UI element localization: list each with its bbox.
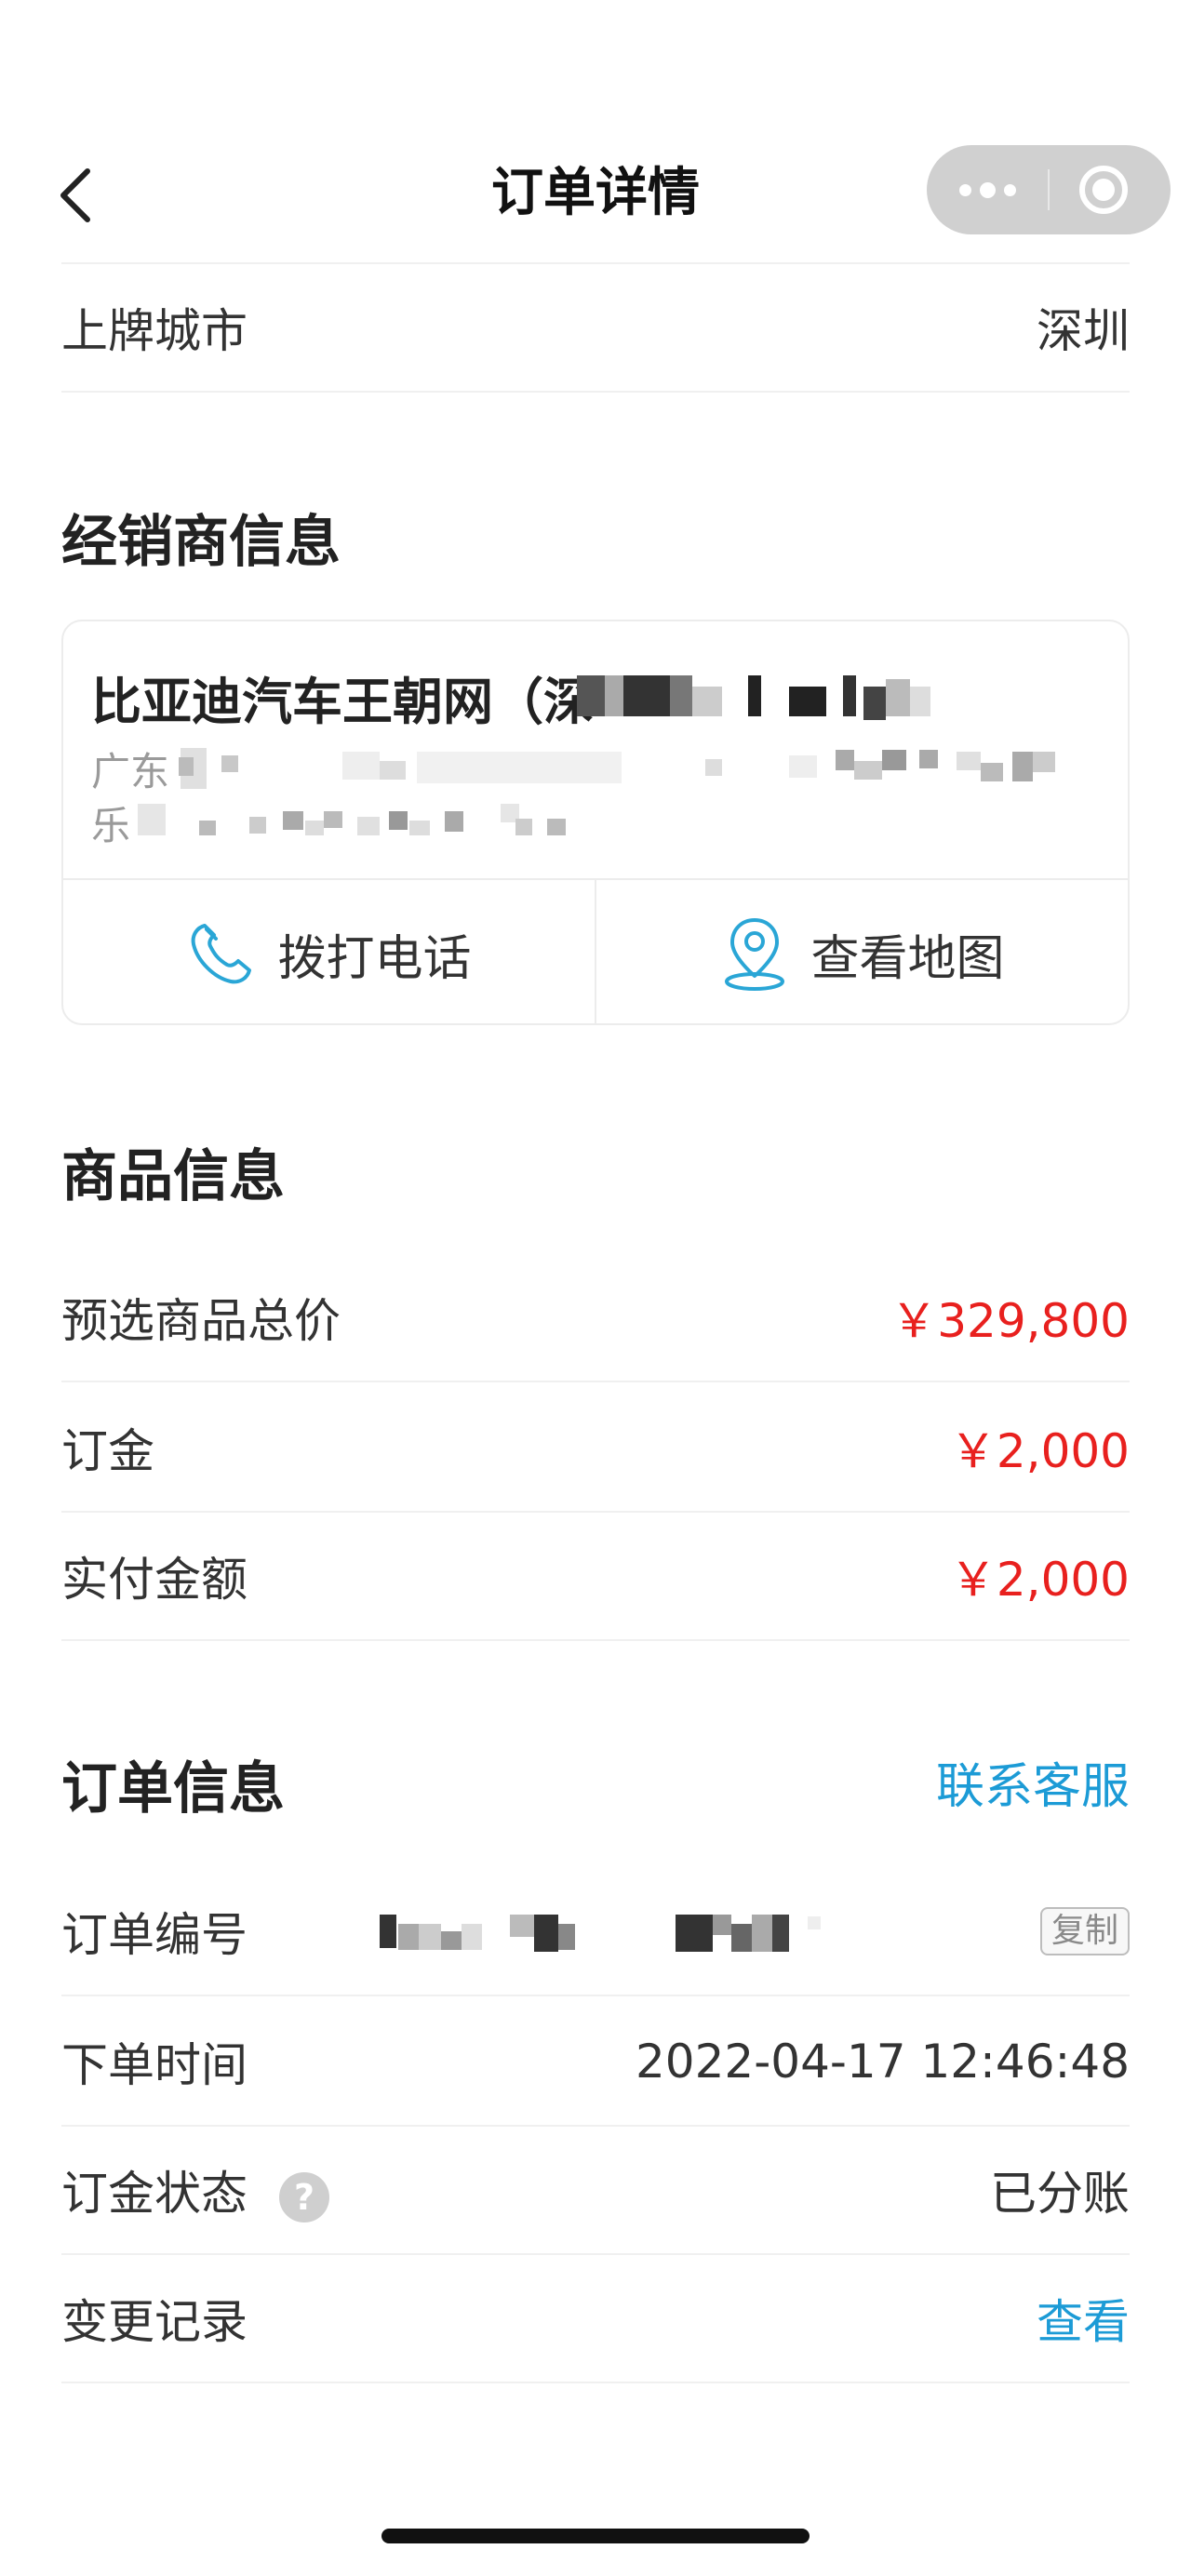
order-time-label: 下单时间 [61, 2038, 248, 2092]
view-map-button[interactable]: 查看地图 [595, 880, 1128, 1023]
product-row-paid: 实付金额 ￥2,000 [61, 1513, 1130, 1641]
view-map-button-label: 查看地图 [810, 930, 1005, 987]
phone-icon [192, 924, 252, 984]
deposit-status-label: 订金状态 [61, 2167, 248, 2221]
more-dots-icon [979, 181, 996, 198]
dealer-card: 比亚迪汽车王朝网（深 广东 乐 拨打电话 查看地图 [61, 620, 1130, 1025]
call-button[interactable]: 拨打电话 [63, 880, 595, 1023]
view-history-link[interactable]: 查看 [1037, 2285, 1130, 2352]
more-menu-button[interactable] [927, 145, 1048, 234]
call-button-label: 拨打电话 [277, 930, 472, 987]
copy-button[interactable]: 复制 [1039, 1907, 1130, 1955]
deposit-status-row: 订金状态? 已分账 [61, 2127, 1130, 2255]
dealer-section-title: 经销商信息 [61, 510, 341, 575]
deposit-value: ￥2,000 [949, 1424, 1130, 1478]
close-mini-program-button[interactable] [1079, 166, 1128, 214]
deposit-status-label-group: 订金状态? [61, 2156, 329, 2223]
total-price-value: ￥329,800 [890, 1294, 1130, 1348]
change-history-row: 变更记录 查看 [61, 2255, 1130, 2383]
product-row-deposit: 订金 ￥2,000 [61, 1384, 1130, 1513]
product-section-title: 商品信息 [61, 1144, 285, 1209]
order-time-value: 2022-04-17 12:46:48 [635, 2035, 1130, 2089]
home-indicator [381, 2529, 810, 2543]
dealer-actions: 拨打电话 查看地图 [63, 878, 1128, 1023]
dealer-address-line-2: 乐 [91, 803, 131, 848]
city-value: 深圳 [1037, 304, 1130, 358]
product-row-total: 预选商品总价 ￥329,800 [61, 1254, 1130, 1382]
more-dots-icon [1003, 183, 1016, 196]
paid-amount-value: ￥2,000 [949, 1553, 1130, 1607]
nav-bar: 订单详情 [0, 130, 1191, 251]
more-dots-icon [958, 183, 971, 196]
change-history-label: 变更记录 [61, 2295, 248, 2349]
contact-service-link[interactable]: 联系客服 [936, 1747, 1130, 1817]
dealer-name: 比亚迪汽车王朝网（深 [91, 673, 594, 731]
mini-program-capsule [927, 145, 1171, 234]
order-section-title: 订单信息 [61, 1756, 285, 1822]
order-time-row: 下单时间 2022-04-17 12:46:48 [61, 1998, 1130, 2127]
city-row: 上牌城市 深圳 [61, 264, 1130, 393]
capsule-divider [1048, 169, 1050, 210]
deposit-status-value: 已分账 [990, 2167, 1130, 2221]
deposit-label: 订金 [61, 1424, 154, 1478]
order-number-label: 订单编号 [61, 1908, 248, 1962]
city-label: 上牌城市 [61, 304, 248, 358]
paid-amount-label: 实付金额 [61, 1553, 248, 1607]
order-number-row: 订单编号 复制 [61, 1868, 1130, 1996]
help-icon[interactable]: ? [279, 2171, 329, 2222]
dealer-address-line-1: 广东 [91, 749, 170, 794]
location-pin-icon [725, 918, 785, 991]
total-price-label: 预选商品总价 [61, 1294, 341, 1348]
